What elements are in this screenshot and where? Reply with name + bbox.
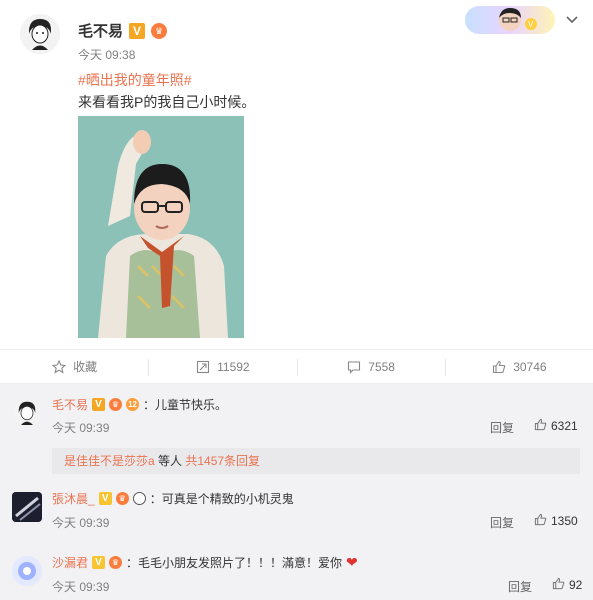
sub-reply-summary[interactable]: 是佳佳不是莎莎a 等人 共1457条回复 [52, 448, 580, 474]
top-right-controls: V [465, 6, 579, 34]
comment-list: 毛不易 V ♛ 12 ：儿童节快乐。 今天 09:39 回复 6321 是佳佳不… [0, 384, 593, 600]
comment-like-count: 92 [569, 578, 583, 592]
heart-icon: ❤ [346, 554, 358, 570]
comment-item: 沙漏君 V ♛ ：毛毛小朋友发照片了！！！滿意！爱你 ❤ 今天 09:39 回复… [0, 544, 593, 600]
comment-item: 毛不易 V ♛ 12 ：儿童节快乐。 今天 09:39 回复 6321 是佳佳不… [0, 384, 593, 484]
comment-like-button[interactable]: 6321 [534, 418, 578, 434]
commenter-name[interactable]: 張沐晨_ [52, 490, 95, 507]
author-row: 毛不易 V ♛ [78, 20, 168, 41]
commenter-avatar[interactable] [12, 398, 42, 428]
level-badge-icon: 12 [126, 398, 140, 411]
vip-crown-icon: ♛ [115, 492, 129, 505]
like-button[interactable]: 30746 [444, 350, 593, 383]
comment-time: 今天 09:39 [52, 421, 110, 435]
repost-count: 11592 [217, 359, 250, 374]
post-text: 来看看我P的我自己小时候。 [78, 94, 256, 110]
comment-text: ：毛毛小朋友发照片了！！！滿意！爱你 [126, 556, 343, 570]
commenter-name[interactable]: 沙漏君 [52, 554, 88, 571]
post-photo[interactable] [78, 116, 244, 338]
commenter-name[interactable]: 毛不易 [52, 396, 88, 413]
comment-text: ：可真是个精致的小机灵鬼 [149, 492, 294, 506]
commenter-avatar[interactable] [12, 556, 42, 586]
repost-icon [195, 359, 211, 375]
favorite-label: 收藏 [73, 360, 98, 374]
hashtag-link[interactable]: #晒出我的童年照# [78, 70, 192, 90]
comment-like-count: 6321 [551, 419, 578, 433]
vip-crown-icon: ♛ [109, 556, 123, 569]
like-icon [491, 359, 507, 375]
comment-button[interactable]: 7558 [296, 350, 445, 383]
favorite-button[interactable]: 收藏 [0, 350, 148, 383]
vip-crown-icon: ♛ [109, 398, 123, 411]
author-avatar[interactable] [20, 14, 60, 54]
repost-button[interactable]: 11592 [148, 350, 296, 383]
author-name[interactable]: 毛不易 [78, 20, 123, 41]
comment-time: 今天 09:39 [52, 580, 110, 594]
commenter-avatar[interactable] [12, 492, 42, 522]
like-icon [552, 577, 565, 593]
action-bar: 收藏 11592 7558 30746 [0, 349, 593, 384]
sub-reply-count[interactable]: 共1457条回复 [185, 454, 260, 468]
comment-line: 沙漏君 V ♛ ：毛毛小朋友发照片了！！！滿意！爱你 ❤ [52, 554, 358, 571]
panda-icon [132, 492, 146, 505]
reply-button[interactable]: 回复 [508, 578, 532, 595]
comment-like-button[interactable]: 1350 [534, 513, 578, 529]
like-count: 30746 [513, 359, 547, 374]
comment-icon [346, 359, 362, 375]
comment-time: 今天 09:39 [52, 516, 110, 530]
comment-like-button[interactable]: 92 [552, 577, 582, 593]
member-avatar-badge[interactable]: V [465, 6, 555, 34]
star-icon [51, 359, 67, 375]
post-time[interactable]: 今天 09:38 [78, 46, 135, 63]
like-icon [534, 418, 547, 434]
like-icon [534, 513, 547, 529]
verified-badge: V [92, 556, 106, 569]
verified-badge: V [92, 398, 106, 411]
verified-badge: V [98, 492, 112, 505]
vip-crown-icon: ♛ [151, 22, 168, 39]
svg-text:V: V [528, 20, 534, 29]
comment-count: 7558 [368, 359, 395, 374]
comment-line: 張沐晨_ V ♛ ：可真是个精致的小机灵鬼 [52, 490, 294, 507]
reply-button[interactable]: 回复 [490, 419, 514, 436]
comment-line: 毛不易 V ♛ 12 ：儿童节快乐。 [52, 396, 227, 413]
verified-badge: V [129, 22, 146, 39]
reply-button[interactable]: 回复 [490, 514, 514, 531]
weibo-post: 毛不易 V ♛ 今天 09:38 #晒出我的童年照# 来看看我P的我自己小时候。 [0, 0, 593, 345]
comment-like-count: 1350 [551, 514, 578, 528]
sub-reply-middle: 等人 [154, 454, 186, 468]
comment-text: ：儿童节快乐。 [143, 398, 228, 412]
chevron-down-icon[interactable] [565, 12, 579, 28]
comment-item: 張沐晨_ V ♛ ：可真是个精致的小机灵鬼 今天 09:39 回复 1350 [0, 484, 593, 544]
sub-reply-user[interactable]: 是佳佳不是莎莎a [64, 454, 155, 468]
